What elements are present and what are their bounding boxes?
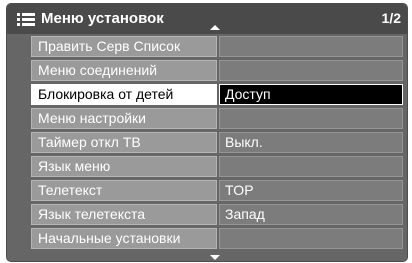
menu-item-child-lock[interactable]: Блокировка от детей Доступ <box>31 84 403 105</box>
menu-item-value <box>219 156 403 177</box>
menu-list-icon <box>17 13 35 26</box>
menu-item-value <box>219 228 403 249</box>
menu-item-value <box>219 36 403 57</box>
scroll-down-arrow-icon[interactable] <box>210 255 220 260</box>
menu-item-label: Править Серв Список <box>31 36 217 57</box>
menu-item-value <box>219 108 403 129</box>
menu-item-label: Телетекст <box>31 180 217 201</box>
menu-item-tuning-menu[interactable]: Меню настройки <box>31 108 403 129</box>
menu-item-off-timer[interactable]: Таймер откл ТВ Выкл. <box>31 132 403 153</box>
menu-item-value <box>219 60 403 81</box>
setup-menu-panel: Меню установок 1/2 Править Серв Список М… <box>6 3 408 262</box>
menu-item-value: Доступ <box>219 84 403 105</box>
menu-item-label: Начальные установки <box>31 228 217 249</box>
menu-item-connections-menu[interactable]: Меню соединений <box>31 60 403 81</box>
menu-item-value: Запад <box>219 204 403 225</box>
menu-item-edit-service-list[interactable]: Править Серв Список <box>31 36 403 57</box>
page-indicator: 1/2 <box>381 10 401 26</box>
menu-item-label: Язык телетекста <box>31 204 217 225</box>
menu-item-label: Меню настройки <box>31 108 217 129</box>
menu-item-value: Выкл. <box>219 132 403 153</box>
menu-item-menu-language[interactable]: Язык меню <box>31 156 403 177</box>
menu-item-teletext[interactable]: Телетекст TOP <box>31 180 403 201</box>
menu-item-initial-settings[interactable]: Начальные установки <box>31 228 403 249</box>
menu-item-label: Меню соединений <box>31 60 217 81</box>
menu-item-value: TOP <box>219 180 403 201</box>
menu-item-label: Язык меню <box>31 156 217 177</box>
menu-title: Меню установок <box>41 10 164 27</box>
menu-item-teletext-language[interactable]: Язык телетекста Запад <box>31 204 403 225</box>
menu-item-label: Таймер откл ТВ <box>31 132 217 153</box>
scroll-up-arrow-icon[interactable] <box>210 25 220 30</box>
menu-header: Меню установок 1/2 <box>7 4 407 34</box>
menu-item-label: Блокировка от детей <box>31 84 217 105</box>
